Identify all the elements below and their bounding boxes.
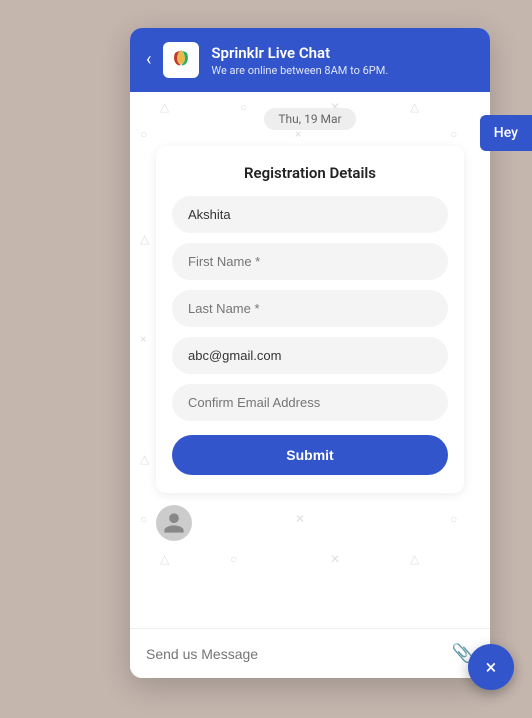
registration-card: Registration Details Submit [156, 146, 464, 493]
last-name-field[interactable] [172, 290, 448, 327]
chat-body: △ ○ ✕ △ ○ × ○ △ × △ △ × × △ △ ○ ✕ ○ △ ○ … [130, 92, 490, 628]
header-title: Sprinklr Live Chat [211, 44, 474, 62]
header-text: Sprinklr Live Chat We are online between… [211, 44, 474, 77]
close-icon: × [486, 657, 497, 677]
date-pill: Thu, 19 Mar [146, 108, 474, 130]
email-field[interactable] [172, 337, 448, 374]
user-icon [162, 511, 186, 535]
submit-button[interactable]: Submit [172, 435, 448, 475]
back-button[interactable]: ‹ [146, 51, 151, 69]
registration-title: Registration Details [172, 164, 448, 182]
name-field[interactable] [172, 196, 448, 233]
chat-widget: ‹ Sprinklr Live Chat We are online betwe… [130, 28, 490, 678]
avatar [156, 505, 192, 541]
avatar-row [146, 505, 474, 541]
hey-tab[interactable]: Hey [480, 115, 532, 151]
first-name-field[interactable] [172, 243, 448, 280]
close-fab[interactable]: × [468, 644, 514, 690]
brand-logo [163, 42, 199, 78]
header-subtitle: We are online between 8AM to 6PM. [211, 64, 474, 77]
date-text: Thu, 19 Mar [264, 108, 355, 130]
chat-footer: 📎 [130, 628, 490, 678]
confirm-email-field[interactable] [172, 384, 448, 421]
message-input[interactable] [146, 646, 442, 662]
chat-header: ‹ Sprinklr Live Chat We are online betwe… [130, 28, 490, 92]
